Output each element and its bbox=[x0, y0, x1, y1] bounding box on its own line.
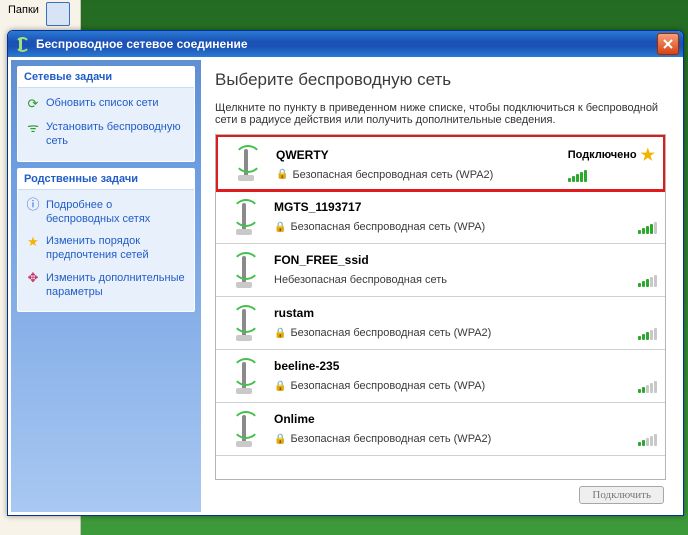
favorite-star-icon: ★ bbox=[641, 145, 655, 165]
main-heading: Выберите беспроводную сеть bbox=[215, 70, 666, 90]
network-tasks-panel: Сетевые задачи ⟳ Обновить список сети ᯤ … bbox=[17, 66, 195, 162]
network-tasks-heading: Сетевые задачи bbox=[18, 67, 194, 88]
network-security: 🔒Безопасная беспроводная сеть (WPA2) bbox=[274, 327, 632, 339]
wireless-icon bbox=[14, 36, 30, 52]
task-setup-wireless[interactable]: ᯤ Установить беспроводную сеть bbox=[22, 116, 190, 153]
antenna-icon: ᯤ bbox=[24, 120, 42, 136]
signal-antenna-icon bbox=[226, 143, 266, 183]
window-title: Беспроводное сетевое соединение bbox=[36, 37, 248, 51]
network-name: MGTS_1193717 bbox=[274, 200, 632, 214]
close-button[interactable] bbox=[657, 33, 679, 55]
views-icon[interactable] bbox=[46, 2, 70, 26]
task-label: Изменить дополнительные параметры bbox=[46, 271, 188, 300]
network-name: Onlime bbox=[274, 412, 632, 426]
lock-icon: 🔒 bbox=[274, 222, 286, 233]
network-security: Небезопасная беспроводная сеть bbox=[274, 274, 632, 286]
network-security: 🔒Безопасная беспроводная сеть (WPA2) bbox=[274, 433, 632, 445]
signal-antenna-icon bbox=[224, 409, 264, 449]
refresh-icon: ⟳ bbox=[24, 96, 42, 112]
signal-antenna-icon bbox=[224, 356, 264, 396]
info-icon: ⓘ bbox=[24, 198, 42, 214]
task-advanced-settings[interactable]: ✥ Изменить дополнительные параметры bbox=[22, 267, 190, 304]
footer: Подключить bbox=[215, 480, 666, 504]
sidebar: Сетевые задачи ⟳ Обновить список сети ᯤ … bbox=[11, 60, 201, 512]
task-learn-wireless[interactable]: ⓘ Подробнее о беспроводных сетях bbox=[22, 194, 190, 231]
network-name: rustam bbox=[274, 306, 632, 320]
folders-label: Папки bbox=[8, 4, 39, 16]
signal-strength-icon bbox=[638, 220, 657, 234]
task-label: Обновить список сети bbox=[46, 96, 188, 110]
connect-button[interactable]: Подключить bbox=[579, 486, 664, 504]
network-item[interactable]: beeline-235 🔒Безопасная беспроводная сеть… bbox=[216, 350, 665, 403]
signal-strength-icon bbox=[568, 168, 655, 182]
titlebar: Беспроводное сетевое соединение bbox=[8, 31, 683, 57]
wireless-window: Беспроводное сетевое соединение Сетевые … bbox=[7, 30, 684, 516]
lock-icon: 🔒 bbox=[276, 169, 288, 180]
lock-icon: 🔒 bbox=[274, 381, 286, 392]
close-icon bbox=[663, 39, 673, 49]
network-security: 🔒Безопасная беспроводная сеть (WPA) bbox=[274, 221, 632, 233]
network-item[interactable]: Onlime 🔒Безопасная беспроводная сеть (WPA… bbox=[216, 403, 665, 456]
main-hint: Щелкните по пункту в приведенном ниже сп… bbox=[215, 102, 666, 126]
task-label: Подробнее о беспроводных сетях bbox=[46, 198, 188, 227]
signal-antenna-icon bbox=[224, 250, 264, 290]
task-label: Изменить порядок предпочтения сетей bbox=[46, 234, 188, 263]
network-item[interactable]: QWERTY Подключено★ 🔒Безопасная беспроводна… bbox=[215, 134, 666, 192]
network-list[interactable]: QWERTY Подключено★ 🔒Безопасная беспроводна… bbox=[215, 134, 666, 480]
network-name: beeline-235 bbox=[274, 359, 632, 373]
task-refresh-network-list[interactable]: ⟳ Обновить список сети bbox=[22, 92, 190, 116]
signal-strength-icon bbox=[638, 326, 657, 340]
signal-antenna-icon bbox=[224, 303, 264, 343]
network-item[interactable]: MGTS_1193717 🔒Безопасная беспроводная сет… bbox=[216, 191, 665, 244]
signal-strength-icon bbox=[638, 379, 657, 393]
network-name: FON_FREE_ssid bbox=[274, 253, 632, 267]
related-tasks-heading: Родственные задачи bbox=[18, 169, 194, 190]
related-tasks-panel: Родственные задачи ⓘ Подробнее о беспров… bbox=[17, 168, 195, 313]
signal-antenna-icon bbox=[224, 197, 264, 237]
network-status: Подключено★ bbox=[568, 145, 655, 165]
signal-strength-icon bbox=[638, 273, 657, 287]
network-name: QWERTY bbox=[276, 148, 562, 162]
network-item[interactable]: rustam 🔒Безопасная беспроводная сеть (WPA… bbox=[216, 297, 665, 350]
network-item[interactable]: FON_FREE_ssid Небезопасная беспроводная с… bbox=[216, 244, 665, 297]
main-panel: Выберите беспроводную сеть Щелкните по п… bbox=[201, 60, 680, 512]
star-icon: ★ bbox=[24, 234, 42, 250]
signal-strength-icon bbox=[638, 432, 657, 446]
task-change-order[interactable]: ★ Изменить порядок предпочтения сетей bbox=[22, 230, 190, 267]
network-security: 🔒Безопасная беспроводная сеть (WPA) bbox=[274, 380, 632, 392]
network-security: 🔒Безопасная беспроводная сеть (WPA2) bbox=[276, 169, 562, 181]
lock-icon: 🔒 bbox=[274, 328, 286, 339]
task-label: Установить беспроводную сеть bbox=[46, 120, 188, 149]
gear-icon: ✥ bbox=[24, 271, 42, 287]
lock-icon: 🔒 bbox=[274, 434, 286, 445]
